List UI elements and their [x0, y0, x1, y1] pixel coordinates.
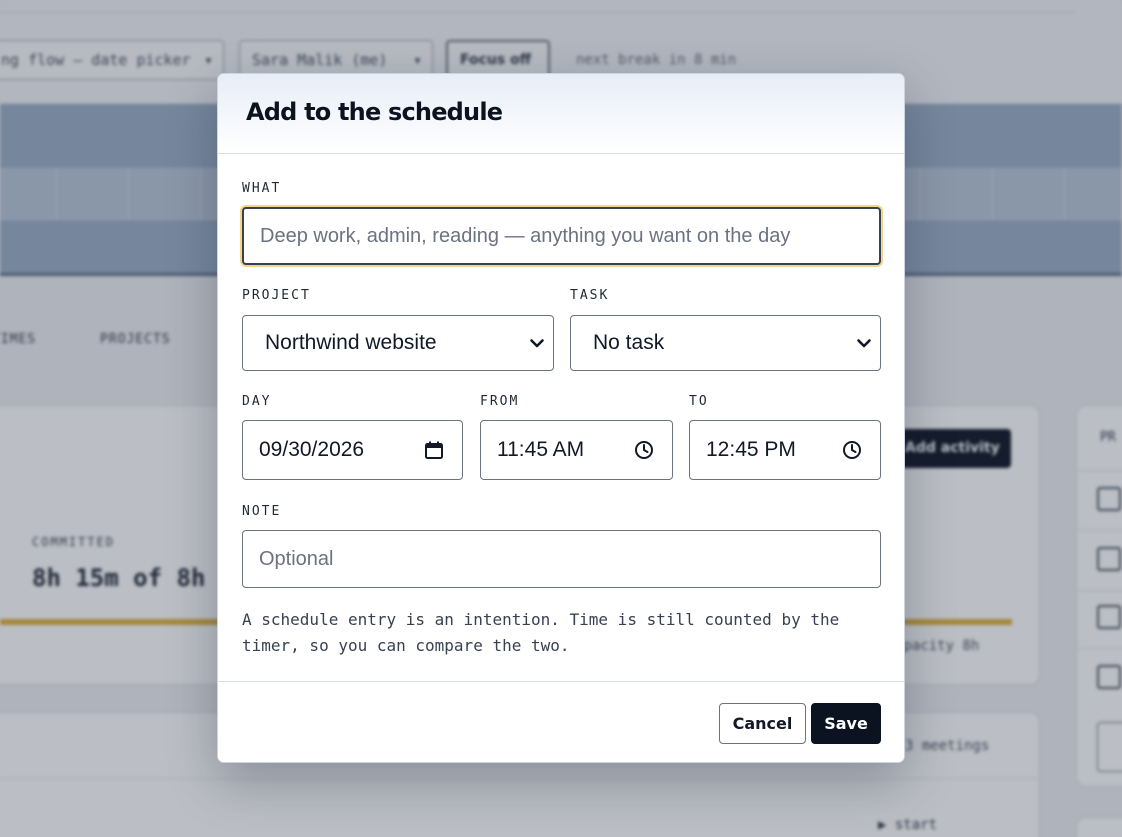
task-select[interactable]: No task: [570, 315, 881, 371]
note-input[interactable]: [242, 530, 881, 588]
to-label: TO: [689, 394, 709, 409]
chevron-down-icon: [857, 339, 871, 348]
to-value: 12:45 PM: [706, 438, 796, 461]
task-select-value: No task: [593, 331, 665, 354]
day-value: 09/30/2026: [259, 438, 365, 461]
project-label: PROJECT: [242, 288, 311, 303]
to-time-input[interactable]: 12:45 PM: [689, 420, 881, 480]
help-text: A schedule entry is an intention. Time i…: [242, 610, 840, 655]
clock-icon[interactable]: [634, 440, 654, 460]
cancel-button[interactable]: Cancel: [719, 703, 806, 744]
day-date-input[interactable]: 09/30/2026: [242, 420, 463, 480]
calendar-icon[interactable]: [424, 440, 444, 460]
dialog-header: Add to the schedule: [218, 74, 904, 154]
add-schedule-dialog: Add to the schedule WHAT PROJECT Northwi…: [217, 73, 905, 763]
save-button[interactable]: Save: [811, 703, 881, 744]
clock-icon[interactable]: [842, 440, 862, 460]
chevron-down-icon: [530, 339, 544, 348]
task-label: TASK: [570, 288, 610, 303]
note-label: NOTE: [242, 504, 282, 519]
dialog-title: Add to the schedule: [246, 98, 503, 126]
what-input[interactable]: [242, 207, 881, 265]
project-select[interactable]: Northwind website: [242, 315, 554, 371]
dialog-footer: Cancel Save: [218, 681, 904, 762]
from-time-input[interactable]: 11:45 AM: [480, 420, 673, 480]
from-value: 11:45 AM: [497, 438, 585, 461]
project-select-value: Northwind website: [265, 331, 437, 354]
what-label: WHAT: [242, 181, 282, 196]
day-label: DAY: [242, 394, 272, 409]
from-label: FROM: [480, 394, 520, 409]
